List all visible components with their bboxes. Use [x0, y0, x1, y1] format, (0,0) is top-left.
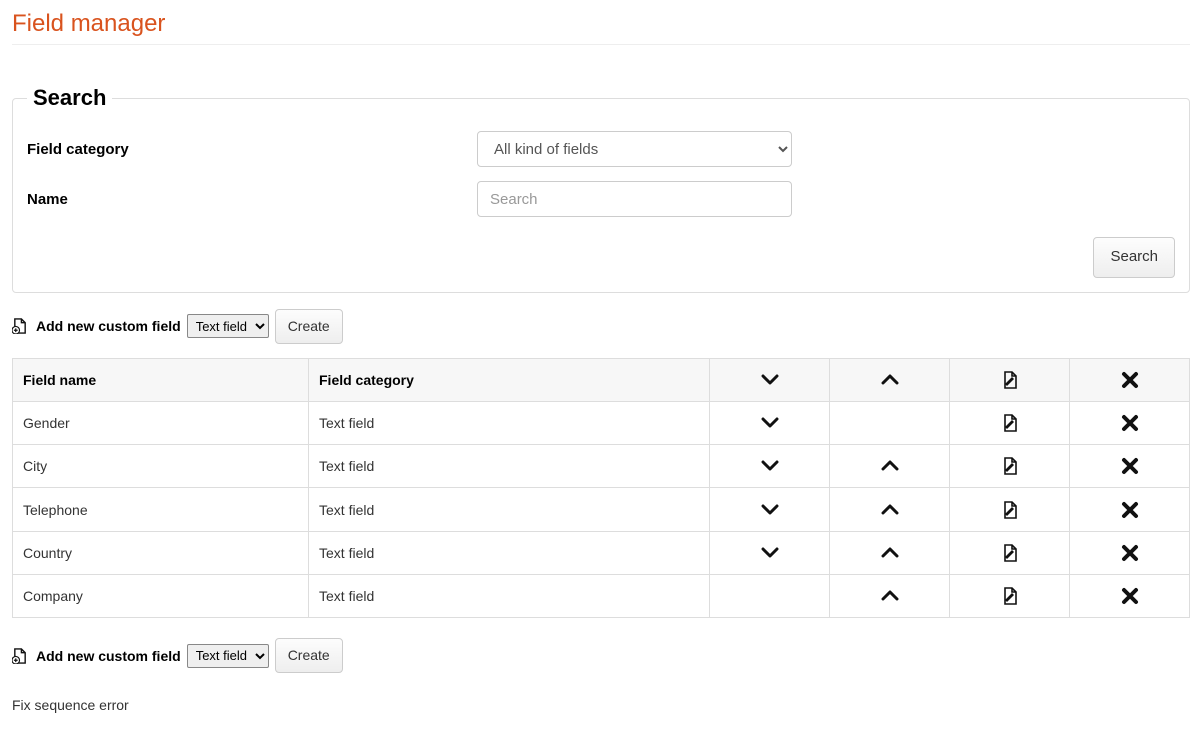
- edit-icon[interactable]: [1001, 457, 1019, 475]
- col-header-down: [710, 358, 830, 401]
- cell-move-up[interactable]: [830, 445, 950, 488]
- edit-icon: [1001, 371, 1019, 389]
- add-field-row-bottom: Add new custom field Text field Create: [12, 638, 1190, 673]
- add-field-row-top: Add new custom field Text field Create: [12, 309, 1190, 344]
- add-field-type-select-top[interactable]: Text field: [187, 314, 269, 338]
- search-legend: Search: [27, 85, 112, 111]
- cell-move-down: [710, 574, 830, 617]
- chevron-up-icon: [881, 371, 899, 389]
- add-field-label: Add new custom field: [36, 318, 181, 334]
- cell-field-category: Text field: [309, 401, 710, 444]
- cell-field-name: City: [13, 445, 309, 488]
- table-row: CountryText field: [13, 531, 1190, 574]
- cell-move-down[interactable]: [710, 401, 830, 444]
- table-row: CompanyText field: [13, 574, 1190, 617]
- close-icon[interactable]: [1121, 457, 1139, 475]
- name-label: Name: [27, 191, 477, 208]
- chevron-up-icon[interactable]: [881, 501, 899, 519]
- cell-move-up[interactable]: [830, 488, 950, 531]
- close-icon[interactable]: [1121, 414, 1139, 432]
- col-header-edit: [950, 358, 1070, 401]
- cell-field-category: Text field: [309, 488, 710, 531]
- cell-field-category: Text field: [309, 445, 710, 488]
- edit-icon[interactable]: [1001, 414, 1019, 432]
- chevron-down-icon[interactable]: [761, 414, 779, 432]
- close-icon[interactable]: [1121, 544, 1139, 562]
- table-row: CityText field: [13, 445, 1190, 488]
- chevron-up-icon[interactable]: [881, 587, 899, 605]
- cell-delete[interactable]: [1070, 488, 1190, 531]
- chevron-down-icon[interactable]: [761, 501, 779, 519]
- cell-field-category: Text field: [309, 574, 710, 617]
- cell-move-down[interactable]: [710, 445, 830, 488]
- field-category-label: Field category: [27, 141, 477, 158]
- cell-delete[interactable]: [1070, 574, 1190, 617]
- close-icon[interactable]: [1121, 501, 1139, 519]
- cell-delete[interactable]: [1070, 401, 1190, 444]
- cell-field-name: Telephone: [13, 488, 309, 531]
- table-row: TelephoneText field: [13, 488, 1190, 531]
- close-icon[interactable]: [1121, 587, 1139, 605]
- create-field-button-bottom[interactable]: Create: [275, 638, 343, 673]
- title-divider: [12, 44, 1190, 45]
- chevron-down-icon[interactable]: [761, 457, 779, 475]
- close-icon: [1121, 371, 1139, 389]
- cell-delete[interactable]: [1070, 445, 1190, 488]
- chevron-down-icon[interactable]: [761, 544, 779, 562]
- cell-edit[interactable]: [950, 531, 1070, 574]
- cell-field-category: Text field: [309, 531, 710, 574]
- col-header-up: [830, 358, 950, 401]
- chevron-down-icon: [761, 371, 779, 389]
- cell-move-up[interactable]: [830, 574, 950, 617]
- edit-icon[interactable]: [1001, 501, 1019, 519]
- table-row: GenderText field: [13, 401, 1190, 444]
- edit-icon[interactable]: [1001, 544, 1019, 562]
- field-category-select[interactable]: All kind of fields: [477, 131, 792, 167]
- create-field-button-top[interactable]: Create: [275, 309, 343, 344]
- col-header-name: Field name: [13, 358, 309, 401]
- cell-edit[interactable]: [950, 445, 1070, 488]
- cell-move-down[interactable]: [710, 531, 830, 574]
- cell-delete[interactable]: [1070, 531, 1190, 574]
- search-button[interactable]: Search: [1093, 237, 1175, 278]
- cell-move-up: [830, 401, 950, 444]
- chevron-up-icon[interactable]: [881, 544, 899, 562]
- add-field-type-select-bottom[interactable]: Text field: [187, 644, 269, 668]
- cell-field-name: Country: [13, 531, 309, 574]
- name-search-input[interactable]: [477, 181, 792, 217]
- edit-icon[interactable]: [1001, 587, 1019, 605]
- col-header-delete: [1070, 358, 1190, 401]
- cell-edit[interactable]: [950, 401, 1070, 444]
- col-header-category: Field category: [309, 358, 710, 401]
- fix-sequence-link[interactable]: Fix sequence error: [12, 697, 129, 713]
- cell-edit[interactable]: [950, 488, 1070, 531]
- add-file-icon: [12, 318, 28, 334]
- cell-edit[interactable]: [950, 574, 1070, 617]
- chevron-up-icon[interactable]: [881, 457, 899, 475]
- add-file-icon: [12, 648, 28, 664]
- page-title: Field manager: [12, 10, 1190, 38]
- cell-field-name: Gender: [13, 401, 309, 444]
- cell-move-down[interactable]: [710, 488, 830, 531]
- search-panel: Search Field category All kind of fields…: [12, 85, 1190, 293]
- add-field-label: Add new custom field: [36, 648, 181, 664]
- cell-field-name: Company: [13, 574, 309, 617]
- fields-table: Field name Field category GenderText fie…: [12, 358, 1190, 619]
- cell-move-up[interactable]: [830, 531, 950, 574]
